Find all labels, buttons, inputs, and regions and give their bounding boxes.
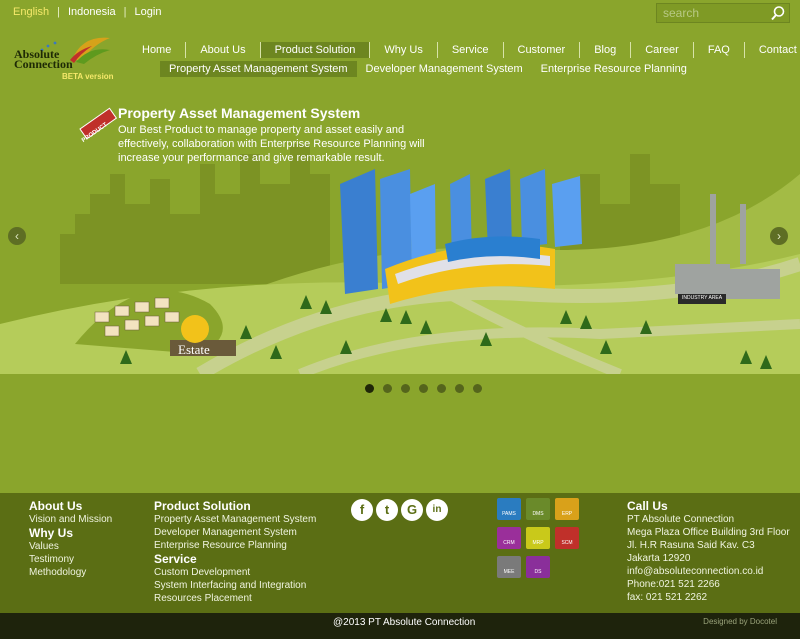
footer-link[interactable]: Vision and Mission <box>29 513 112 526</box>
erp-icon[interactable]: ERP <box>555 498 579 520</box>
footer-link[interactable]: Enterprise Resource Planning <box>154 539 316 552</box>
nav-about-us[interactable]: About Us <box>186 42 261 58</box>
footer-service-title[interactable]: Service <box>154 552 316 566</box>
footer-about-column: About Us Vision and Mission Why Us Value… <box>29 499 112 579</box>
slide-indicators <box>365 384 482 393</box>
slide-dot[interactable] <box>401 384 410 393</box>
lang-english-link[interactable]: English <box>13 6 49 18</box>
main-nav: Home About Us Product Solution Why Us Se… <box>128 42 800 58</box>
footer-about-title[interactable]: About Us <box>29 499 112 513</box>
subnav-dms[interactable]: Developer Management System <box>357 61 532 77</box>
scm-icon[interactable]: SCM <box>555 527 579 549</box>
social-links: f t G in <box>351 499 448 521</box>
industry-label: INDUSTRY AREA <box>682 295 723 301</box>
email-link[interactable]: info@absoluteconnection.co.id <box>627 565 790 578</box>
header: English | Indonesia | Login Absolute Con… <box>0 0 800 84</box>
mee-icon[interactable]: MEE <box>497 556 521 578</box>
next-slide-button[interactable]: › <box>770 227 788 245</box>
footer-link[interactable]: Methodology <box>29 566 112 579</box>
footer-link[interactable]: Values <box>29 540 112 553</box>
nav-product-solution[interactable]: Product Solution <box>260 42 371 58</box>
logo-line2: Connection <box>14 57 73 71</box>
search-input[interactable] <box>657 4 767 22</box>
footer-product-column: Product Solution Property Asset Manageme… <box>154 499 316 605</box>
search-icon[interactable] <box>770 5 786 21</box>
slide-dot[interactable] <box>365 384 374 393</box>
address-line: Jl. H.R Rasuna Said Kav. C3 <box>627 540 755 551</box>
banner-title: Property Asset Management System <box>118 105 361 121</box>
dms-icon[interactable]: DMS <box>526 498 550 520</box>
nav-service[interactable]: Service <box>438 42 504 58</box>
subnav-pams[interactable]: Property Asset Management System <box>160 61 357 77</box>
footer-link[interactable]: Testimony <box>29 553 112 566</box>
copyright-bar: @2013 PT Absolute Connection Designed by… <box>0 613 800 639</box>
search-box <box>656 3 790 23</box>
address-line: Mega Plaza Office Building 3rd Floor <box>627 527 790 538</box>
mrp-icon[interactable]: MRP <box>526 527 550 549</box>
footer-link[interactable]: System Interfacing and Integration <box>154 579 316 592</box>
slide-dot[interactable] <box>437 384 446 393</box>
footer-link[interactable]: Resources Placement <box>154 592 316 605</box>
nav-contact-us[interactable]: Contact Us <box>745 42 800 58</box>
nav-career[interactable]: Career <box>631 42 694 58</box>
nav-customer[interactable]: Customer <box>504 42 581 58</box>
slide-dot[interactable] <box>419 384 428 393</box>
language-bar: English | Indonesia | Login <box>13 6 161 18</box>
slide-dot[interactable] <box>455 384 464 393</box>
nav-blog[interactable]: Blog <box>580 42 632 58</box>
copyright-text: @2013 PT Absolute Connection <box>333 617 476 628</box>
subnav-erp[interactable]: Enterprise Resource Planning <box>532 61 696 77</box>
beta-badge: BETA version <box>62 72 114 81</box>
phone-number: Phone:021 521 2266 <box>627 579 720 590</box>
twitter-icon[interactable]: t <box>376 499 398 521</box>
slide-dot[interactable] <box>383 384 392 393</box>
google-plus-icon[interactable]: G <box>401 499 423 521</box>
nav-faq[interactable]: FAQ <box>694 42 745 58</box>
footer-contact-column: Call Us PT Absolute Connection Mega Plaz… <box>627 499 790 604</box>
company-name: PT Absolute Connection <box>627 514 735 525</box>
designer-credit[interactable]: Designed by Docotel <box>703 617 777 626</box>
footer: About Us Vision and Mission Why Us Value… <box>0 493 800 613</box>
footer-why-title[interactable]: Why Us <box>29 526 112 540</box>
address-line: Jakarta 12920 <box>627 553 691 564</box>
logo-text: Absolute Connection <box>14 48 73 71</box>
facebook-icon[interactable]: f <box>351 499 373 521</box>
linkedin-icon[interactable]: in <box>426 499 448 521</box>
prev-slide-button[interactable]: ‹ <box>8 227 26 245</box>
ds-icon[interactable]: DS <box>526 556 550 578</box>
login-link[interactable]: Login <box>135 6 162 18</box>
slide-dot[interactable] <box>473 384 482 393</box>
sub-nav: Property Asset Management System Develop… <box>160 61 696 77</box>
footer-link[interactable]: Developer Management System <box>154 526 316 539</box>
nav-why-us[interactable]: Why Us <box>370 42 438 58</box>
hero-banner: Property Asset Management System Our Bes… <box>0 84 800 374</box>
footer-call-title: Call Us <box>627 499 668 513</box>
footer-link[interactable]: Custom Development <box>154 566 316 579</box>
logo[interactable]: Absolute Connection BETA version <box>12 30 117 81</box>
pams-icon[interactable]: PAMS <box>497 498 521 520</box>
lang-indonesia-link[interactable]: Indonesia <box>68 6 116 18</box>
separator: | <box>57 6 60 18</box>
footer-link[interactable]: Property Asset Management System <box>154 513 316 526</box>
estate-label: Estate <box>178 342 210 357</box>
fax-number: fax: 021 521 2262 <box>627 592 708 603</box>
banner-description: Our Best Product to manage property and … <box>118 124 425 164</box>
separator: | <box>123 6 127 18</box>
nav-home[interactable]: Home <box>128 42 187 58</box>
footer-product-title[interactable]: Product Solution <box>154 499 316 513</box>
crm-icon[interactable]: CRM <box>497 527 521 549</box>
